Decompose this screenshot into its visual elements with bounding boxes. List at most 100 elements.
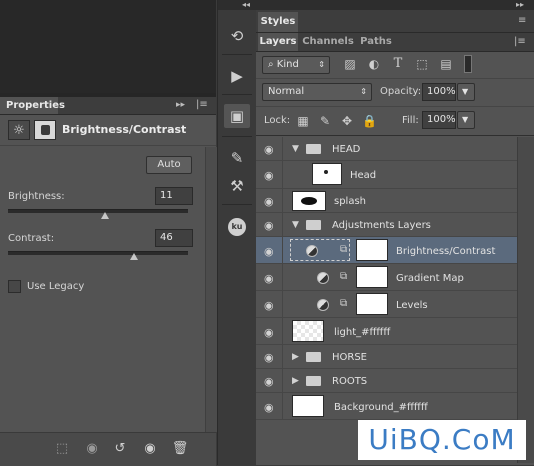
panel-menu-icon[interactable]: |≡ <box>196 99 208 110</box>
caret-right-icon[interactable]: ▶ <box>292 376 299 386</box>
styles-tabbar: Styles ≡ <box>256 10 534 33</box>
brightness-field[interactable]: 11 <box>155 187 193 205</box>
kuler-icon[interactable]: ku <box>228 218 246 236</box>
visibility-eye-icon[interactable]: ◉ <box>264 299 274 312</box>
contrast-field[interactable]: 46 <box>155 229 193 247</box>
opacity-dropdown-button[interactable]: ▼ <box>457 83 475 101</box>
tab-layers[interactable]: Layers <box>258 33 298 51</box>
visibility-eye-icon[interactable]: ◉ <box>264 169 274 182</box>
layer-mask-thumbnail[interactable] <box>356 239 388 261</box>
layer-name: Background_#ffffff <box>334 402 428 413</box>
actions-play-icon[interactable]: ▶ <box>224 64 250 88</box>
lock-image-pixels-icon[interactable]: ✎ <box>318 114 332 128</box>
layer-row-horse-group[interactable]: ◉ ▶ HORSE <box>256 345 517 369</box>
layer-row-adjustments-group[interactable]: ◉ ▼ Adjustments Layers <box>256 213 517 237</box>
adjustment-layer-icon <box>317 299 329 311</box>
reset-icon[interactable]: ↺ <box>110 442 130 456</box>
visibility-eye-icon[interactable]: ◉ <box>264 272 274 285</box>
link-chain-icon[interactable]: ⧉ <box>340 298 347 309</box>
layer-name: Levels <box>396 300 428 311</box>
lock-all-icon[interactable]: 🔒 <box>362 114 377 128</box>
smart-object-filter-icon[interactable]: ▤ <box>438 57 454 71</box>
layer-row-head-group[interactable]: ◉ ▼ HEAD <box>256 137 517 161</box>
contrast-slider-thumb[interactable] <box>130 253 138 260</box>
caret-right-icon[interactable]: ▶ <box>292 352 299 362</box>
visibility-eye-icon[interactable]: ◉ <box>264 351 274 364</box>
collapse-arrows-icon[interactable]: ▸▸ <box>176 100 185 110</box>
layer-row-levels[interactable]: ◉ ⧉ Levels <box>256 291 517 318</box>
caret-down-icon[interactable]: ▼ <box>292 144 299 154</box>
layers-scrollbar[interactable] <box>517 137 534 463</box>
tab-properties[interactable]: Properties <box>0 97 65 114</box>
layer-row-head[interactable]: ◉ Head <box>256 161 517 189</box>
lock-transparent-pixels-icon[interactable]: ▦ <box>296 114 310 128</box>
visibility-eye-icon[interactable]: ◉ <box>264 401 274 414</box>
tool-presets-icon[interactable]: ⚒ <box>224 174 250 198</box>
filter-toggle-switch[interactable] <box>464 55 472 73</box>
tab-channels[interactable]: Channels <box>302 33 354 51</box>
layer-row-background[interactable]: ◉ Background_#ffffff <box>256 393 517 420</box>
dock-divider <box>222 54 252 55</box>
panel-menu-icon[interactable]: |≡ <box>514 36 526 47</box>
blend-mode-dropdown[interactable]: Normal ⇕ <box>262 83 372 101</box>
tab-paths[interactable]: Paths <box>358 33 394 51</box>
tab-styles[interactable]: Styles <box>258 12 298 32</box>
caret-down-icon[interactable]: ▼ <box>292 220 299 230</box>
layer-row-brightness-contrast[interactable]: ◉ ⧉ Brightness/Contrast <box>256 237 517 264</box>
adjustment-layer-icon <box>317 272 329 284</box>
fill-dropdown-button[interactable]: ▼ <box>457 111 475 129</box>
visibility-eye-icon[interactable]: ◉ <box>264 143 274 156</box>
visibility-eye-icon[interactable]: ◉ <box>264 326 274 339</box>
contrast-track[interactable] <box>8 251 188 255</box>
collapse-arrows-icon[interactable]: ▸▸ <box>516 0 524 9</box>
layer-row-light[interactable]: ◉ light_#ffffff <box>256 318 517 345</box>
brightness-track[interactable] <box>8 209 188 213</box>
brush-presets-icon[interactable]: ✎ <box>224 146 250 170</box>
lock-position-icon[interactable]: ✥ <box>340 114 354 128</box>
visibility-eye-icon[interactable]: ◉ <box>264 195 274 208</box>
link-chain-icon[interactable]: ⧉ <box>340 244 347 255</box>
visibility-eye-icon[interactable]: ◉ <box>264 245 274 258</box>
panel-menu-icon[interactable]: ≡ <box>518 15 526 26</box>
divider <box>282 264 283 291</box>
brightness-sun-icon[interactable]: ☼ <box>8 120 30 140</box>
layer-thumbnail <box>292 191 326 211</box>
visibility-eye-icon[interactable]: ◉ <box>264 375 274 388</box>
layer-mask-thumbnail[interactable] <box>356 293 388 315</box>
layer-name: ROOTS <box>332 376 368 387</box>
mask-icon[interactable] <box>34 120 56 140</box>
history-icon[interactable]: ⟲ <box>224 24 250 48</box>
properties-panel-icon[interactable]: ▣ <box>224 104 250 128</box>
layer-row-gradient-map[interactable]: ◉ ⧉ Gradient Map <box>256 264 517 291</box>
stepper-icon: ⇕ <box>318 60 325 69</box>
layer-mask-thumbnail[interactable] <box>356 266 388 288</box>
layer-name: Brightness/Contrast <box>396 246 496 257</box>
use-legacy-checkbox[interactable] <box>8 280 21 293</box>
properties-scrollbar[interactable] <box>205 147 217 432</box>
shape-layer-filter-icon[interactable]: ⬚ <box>414 57 430 71</box>
view-previous-state-icon[interactable]: ◉ <box>82 442 102 456</box>
expand-arrows-icon[interactable]: ◂◂ <box>242 0 250 9</box>
layer-row-roots-group[interactable]: ◉ ▶ ROOTS <box>256 369 517 393</box>
brightness-slider-thumb[interactable] <box>101 212 110 219</box>
auto-button[interactable]: Auto <box>146 156 192 174</box>
clip-to-layer-icon[interactable]: ⬚ <box>52 442 72 456</box>
adjustment-layer-filter-icon[interactable]: ◐ <box>366 57 382 71</box>
dock-divider <box>222 94 252 95</box>
visibility-eye-icon[interactable]: ◉ <box>264 219 274 232</box>
type-layer-filter-icon[interactable]: T <box>390 56 406 71</box>
pixel-layer-filter-icon[interactable]: ▨ <box>342 57 358 71</box>
trash-icon[interactable]: 🗑 <box>170 442 190 456</box>
visibility-eye-icon[interactable]: ◉ <box>140 442 160 456</box>
link-chain-icon[interactable]: ⧉ <box>340 271 347 282</box>
opacity-field[interactable]: 100% <box>422 83 456 101</box>
divider <box>282 393 283 420</box>
divider <box>256 135 534 136</box>
divider <box>256 78 534 79</box>
layer-name: HEAD <box>332 144 361 155</box>
layer-name: Adjustments Layers <box>332 220 431 231</box>
dock-top-bar: ◂◂ <box>218 0 256 10</box>
layer-row-splash[interactable]: ◉ splash <box>256 189 517 213</box>
fill-field[interactable]: 100% <box>422 111 456 129</box>
filter-kind-dropdown[interactable]: ⌕ Kind ⇕ <box>262 56 330 74</box>
